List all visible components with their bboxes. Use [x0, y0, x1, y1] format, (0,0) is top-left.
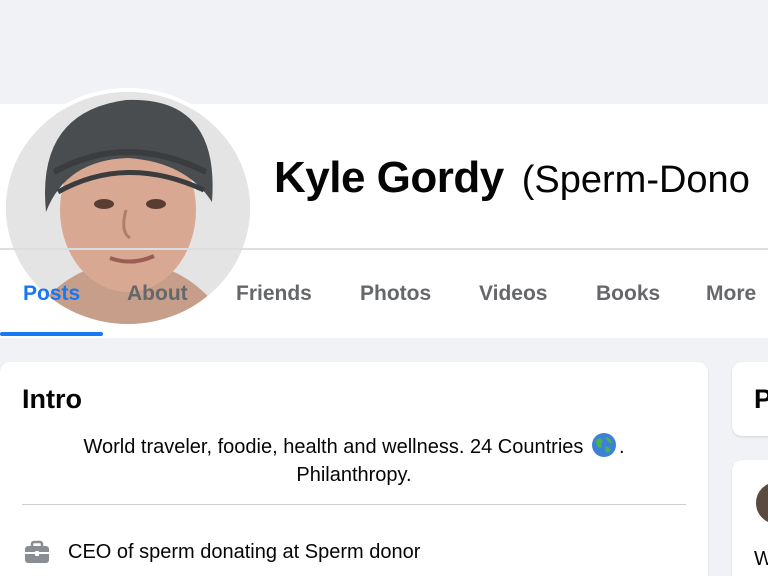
- photos-card-partial: P: [732, 362, 768, 436]
- intro-title: Intro: [22, 384, 82, 414]
- post-card-partial: W: [732, 460, 768, 576]
- profile-name-text: Kyle Gordy: [274, 153, 504, 202]
- briefcase-icon: [25, 540, 49, 563]
- bio-line-1: World traveler, foodie, health and welln…: [83, 436, 584, 458]
- tab-books[interactable]: Books: [596, 282, 660, 306]
- work-row: CEO of sperm donating at Sperm donor: [22, 536, 420, 568]
- profile-name-subtitle: (Sperm-Dono: [521, 159, 750, 201]
- profile-name: Kyle Gordy (Sperm-Dono: [274, 152, 750, 206]
- photos-card-title: P: [754, 384, 768, 414]
- tab-about[interactable]: About: [127, 282, 188, 306]
- active-tab-indicator: [0, 332, 103, 336]
- post-author-avatar[interactable]: [754, 480, 768, 526]
- intro-divider: [22, 504, 686, 505]
- intro-bio: World traveler, foodie, health and welln…: [40, 432, 668, 489]
- intro-card: Intro World traveler, foodie, health and…: [0, 362, 708, 576]
- bio-line-2: Philanthropy.: [296, 464, 412, 486]
- tab-videos[interactable]: Videos: [479, 282, 547, 306]
- tab-photos[interactable]: Photos: [360, 282, 431, 306]
- profile-tabs: Posts About Friends Photos Videos Books …: [0, 258, 768, 338]
- tab-posts[interactable]: Posts: [23, 282, 80, 306]
- post-text-partial: W: [754, 548, 768, 570]
- tab-more[interactable]: More: [706, 282, 756, 306]
- globe-icon: [591, 433, 616, 457]
- tab-friends[interactable]: Friends: [236, 282, 312, 306]
- work-text: CEO of sperm donating at Sperm donor: [68, 540, 421, 563]
- bio-line-1-end: .: [618, 436, 625, 458]
- header-divider: [0, 248, 768, 250]
